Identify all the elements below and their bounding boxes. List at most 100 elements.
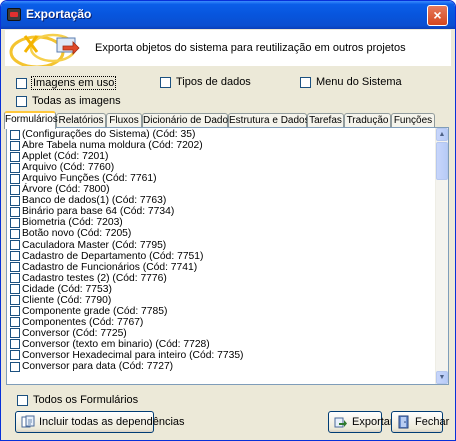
list-item[interactable]: Arquivo (Cód: 7760) xyxy=(8,162,436,173)
exportar-label: Exportar xyxy=(352,416,394,428)
list-item[interactable]: Arquivo Funções (Cód: 7761) xyxy=(8,173,436,184)
exportar-button[interactable]: Exportar xyxy=(328,411,394,433)
list-item[interactable]: Cadastro testes (2) (Cód: 7776) xyxy=(8,273,436,284)
list-item-label: Arquivo (Cód: 7760) xyxy=(22,162,115,174)
list-item-checkbox[interactable] xyxy=(10,195,20,206)
list-item-checkbox[interactable] xyxy=(10,217,20,228)
todos-os-formularios-checkbox[interactable] xyxy=(17,394,28,406)
todas-as-imagens-checkbox[interactable] xyxy=(16,95,27,107)
list-item-checkbox[interactable] xyxy=(10,262,20,273)
header-panel: Exporta objetos do sistema para reutiliz… xyxy=(5,30,451,66)
list-item-checkbox[interactable] xyxy=(10,129,20,140)
list-item-label: Cliente (Cód: 7790) xyxy=(22,294,112,306)
list-item-label: Conversor (texto em binario) (Cód: 7728) xyxy=(22,338,210,350)
incluir-dependencias-label: Incluir todas as dependências xyxy=(39,416,185,428)
list-item-checkbox[interactable] xyxy=(10,162,20,173)
list-item-checkbox[interactable] xyxy=(10,228,20,239)
tab-strip: Formulários Relatórios Fluxos Dicionário… xyxy=(4,111,452,129)
list-item[interactable]: Componentes (Cód: 7767) xyxy=(8,317,436,328)
arrow-up-icon[interactable]: ▲ xyxy=(436,128,448,141)
list-item[interactable]: Cadastro de Funcionários (Cód: 7741) xyxy=(8,262,436,273)
list-item[interactable]: Abre Tabela numa moldura (Cód: 7202) xyxy=(8,140,436,151)
menu-do-sistema-checkbox[interactable] xyxy=(300,76,311,88)
list-item-checkbox[interactable] xyxy=(10,306,20,317)
list-item-label: Abre Tabela numa moldura (Cód: 7202) xyxy=(22,140,203,152)
tab-relatorios[interactable]: Relatórios xyxy=(56,113,106,128)
fechar-button[interactable]: Fechar xyxy=(391,411,449,433)
list-item-checkbox[interactable] xyxy=(10,361,20,372)
list-item-label: Cadastro de Departamento (Cód: 7751) xyxy=(22,250,204,262)
tab-tarefas[interactable]: Tarefas xyxy=(307,113,344,128)
tab-estrutura-e-dados[interactable]: Estrutura e Dados xyxy=(228,113,310,128)
list-item-label: Botão novo (Cód: 7205) xyxy=(22,228,132,240)
list-item[interactable]: Árvore (Cód: 7800) xyxy=(8,184,436,195)
list-item-label: Componente grade (Cód: 7785) xyxy=(22,305,168,317)
list-item[interactable]: Biometria (Cód: 7203) xyxy=(8,217,436,228)
menu-do-sistema-option[interactable]: Menu do Sistema xyxy=(300,76,403,88)
list-item[interactable]: Binário para base 64 (Cód: 7734) xyxy=(8,206,436,217)
list-item-checkbox[interactable] xyxy=(10,206,20,217)
list-item[interactable]: Cliente (Cód: 7790) xyxy=(8,295,436,306)
list-item-label: Conversor (Cód: 7725) xyxy=(22,327,127,339)
list-item-checkbox[interactable] xyxy=(10,328,20,339)
list-item[interactable]: Conversor Hexadecimal para inteiro (Cód:… xyxy=(8,350,436,361)
imagens-em-uso-option[interactable]: Imagens em uso xyxy=(16,76,117,90)
list-item-checkbox[interactable] xyxy=(10,295,20,306)
list-item-checkbox[interactable] xyxy=(10,140,20,151)
list-item-label: Arquivo Funções (Cód: 7761) xyxy=(22,173,157,185)
close-button[interactable]: × xyxy=(427,5,448,26)
tipos-de-dados-checkbox[interactable] xyxy=(160,76,171,88)
list-item-checkbox[interactable] xyxy=(10,251,20,262)
tab-funcoes[interactable]: Funções xyxy=(391,113,435,128)
list-item[interactable]: (Configurações do Sistema) (Cód: 35) xyxy=(8,129,436,140)
list-item-label: Caculadora Master (Cód: 7795) xyxy=(22,239,167,251)
todos-os-formularios-option[interactable]: Todos os Formulários xyxy=(17,394,139,406)
list-item[interactable]: Botão novo (Cód: 7205) xyxy=(8,228,436,239)
tab-formularios[interactable]: Formulários xyxy=(4,111,58,129)
list-item[interactable]: Conversor (Cód: 7725) xyxy=(8,328,436,339)
list-item-checkbox[interactable] xyxy=(10,339,20,350)
list-item-label: Conversor Hexadecimal para inteiro (Cód:… xyxy=(22,349,244,361)
header-description: Exporta objetos do sistema para reutiliz… xyxy=(95,42,406,54)
tipos-de-dados-option[interactable]: Tipos de dados xyxy=(160,76,252,88)
vertical-scrollbar[interactable]: ▲ ▼ xyxy=(435,128,448,384)
list-item-label: Componentes (Cód: 7767) xyxy=(22,316,144,328)
tab-fluxos[interactable]: Fluxos xyxy=(106,113,142,128)
list-item-checkbox[interactable] xyxy=(10,151,20,162)
list-item-checkbox[interactable] xyxy=(10,240,20,251)
list-item[interactable]: Applet (Cód: 7201) xyxy=(8,151,436,162)
imagens-em-uso-label: Imagens em uso xyxy=(31,76,117,90)
list-item-checkbox[interactable] xyxy=(10,350,20,361)
list-item-checkbox[interactable] xyxy=(10,273,20,284)
list-item-checkbox[interactable] xyxy=(10,173,20,184)
tab-dicionario-de-dados[interactable]: Dicionário de Dados xyxy=(142,113,233,128)
list-item-label: Cidade (Cód: 7753) xyxy=(22,283,112,295)
todas-as-imagens-label: Todas as imagens xyxy=(32,95,121,107)
list-item[interactable]: Conversor (texto em binario) (Cód: 7728) xyxy=(8,339,436,350)
fechar-label: Fechar xyxy=(415,416,450,428)
list-item[interactable]: Cidade (Cód: 7753) xyxy=(8,284,436,295)
list-item-checkbox[interactable] xyxy=(10,284,20,295)
list-item[interactable]: Caculadora Master (Cód: 7795) xyxy=(8,240,436,251)
todos-os-formularios-label: Todos os Formulários xyxy=(33,394,139,406)
options-panel: Imagens em uso Tipos de dados Menu do Si… xyxy=(5,66,451,113)
list-item[interactable]: Cadastro de Departamento (Cód: 7751) xyxy=(8,251,436,262)
list-item[interactable]: Banco de dados(1) (Cód: 7763) xyxy=(8,195,436,206)
list-item-label: Árvore (Cód: 7800) xyxy=(22,184,110,196)
tab-traducao[interactable]: Tradução xyxy=(344,113,391,128)
dependencies-icon xyxy=(21,415,35,428)
arrow-down-icon[interactable]: ▼ xyxy=(436,371,448,384)
tipos-de-dados-label: Tipos de dados xyxy=(176,76,251,88)
list-item-checkbox[interactable] xyxy=(10,317,20,328)
list-item[interactable]: Conversor para data (Cód: 7727) xyxy=(8,361,436,372)
incluir-dependencias-button[interactable]: Incluir todas as dependências xyxy=(15,411,185,433)
list-item[interactable]: Componente grade (Cód: 7785) xyxy=(8,306,436,317)
list-item-label: Biometria (Cód: 7203) xyxy=(22,217,123,229)
list-item-label: Applet (Cód: 7201) xyxy=(22,151,109,163)
imagens-em-uso-checkbox[interactable] xyxy=(16,77,27,89)
todas-as-imagens-option[interactable]: Todas as imagens xyxy=(16,95,122,107)
title-bar[interactable]: Exportação × xyxy=(1,1,455,29)
app-icon xyxy=(7,8,21,21)
scrollbar-thumb[interactable] xyxy=(436,142,448,180)
list-item-checkbox[interactable] xyxy=(10,184,20,195)
